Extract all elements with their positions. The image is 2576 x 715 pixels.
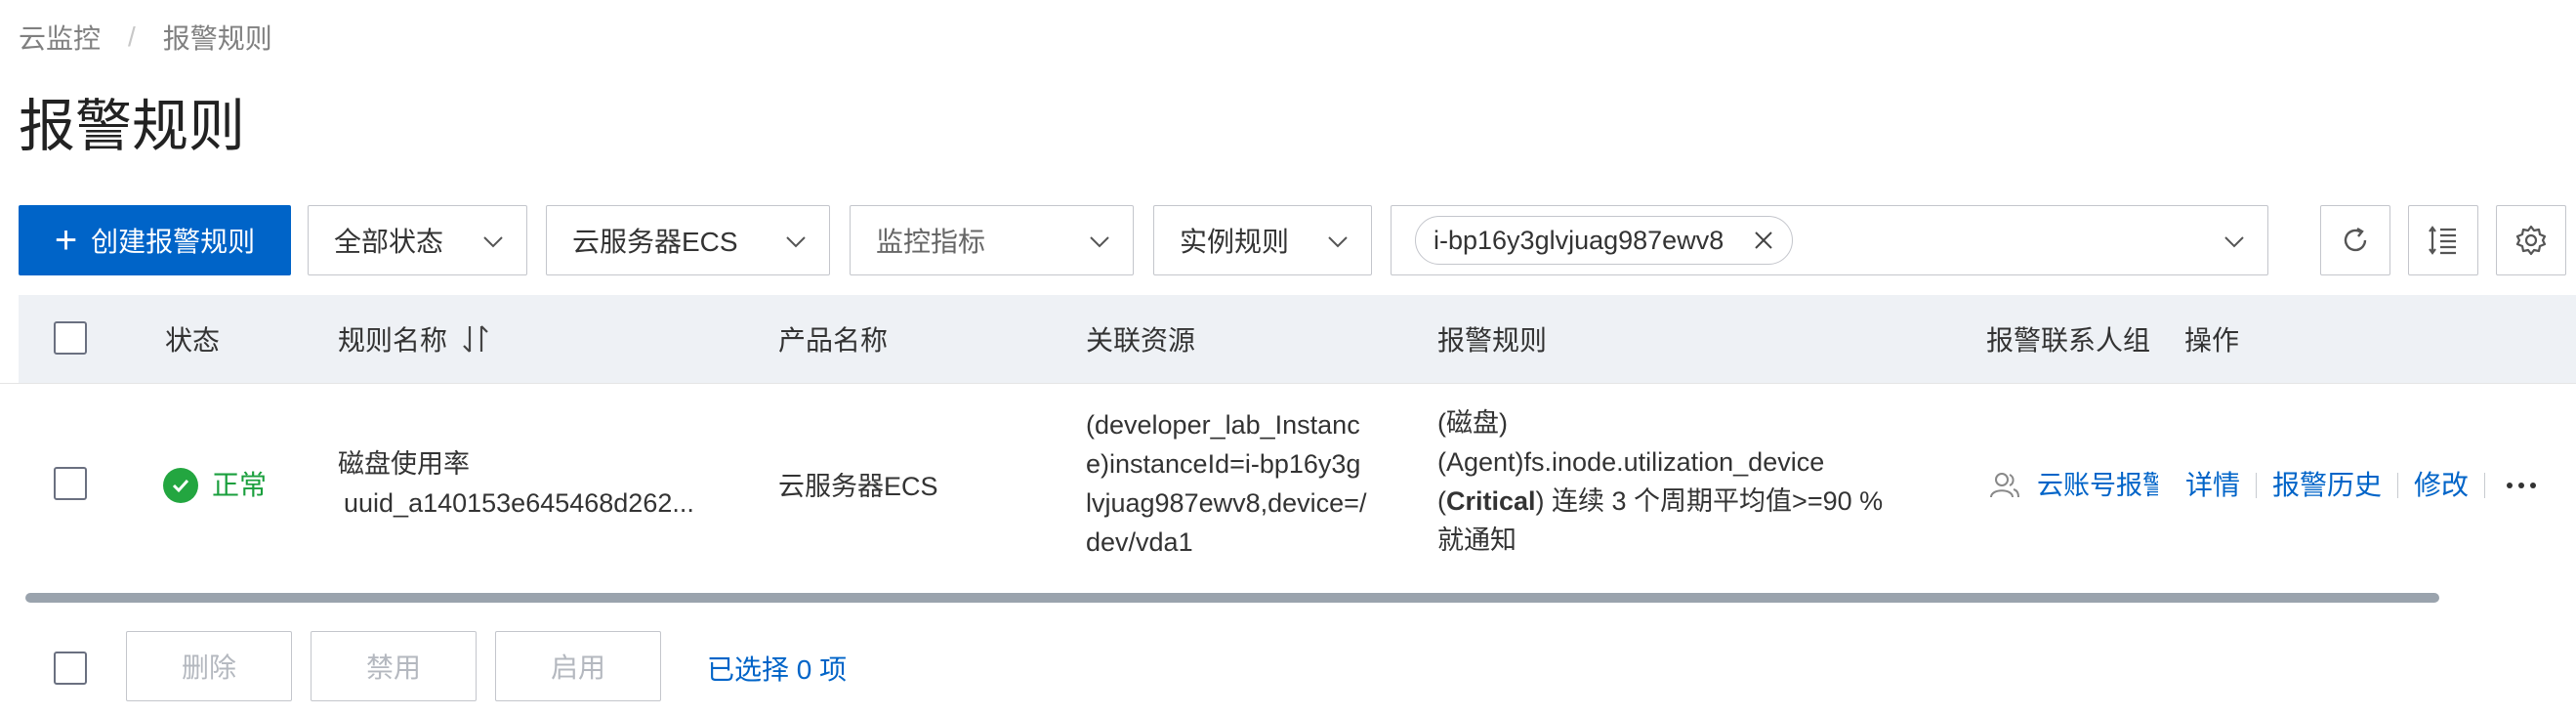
column-rule-name-label: 规则名称 — [338, 325, 448, 356]
alarm-history-link[interactable]: 报警历史 — [2272, 466, 2382, 505]
resource-line: lvjuag987ewv8,device=/ — [1086, 488, 1367, 518]
user-group-icon — [1990, 473, 2019, 498]
product-select[interactable]: 云服务器ECS — [546, 205, 830, 275]
page: 云监控 / 报警规则 报警规则 + 创建报警规则 全部状态 云服务器ECS 监控… — [0, 0, 2576, 715]
status-select-value: 全部状态 — [334, 227, 444, 257]
column-actions: 操作 — [2184, 325, 2240, 356]
resource-line: (developer_lab_Instanc — [1086, 410, 1360, 440]
action-divider — [2484, 473, 2486, 498]
column-product: 产品名称 — [778, 325, 889, 356]
rule-name-cell: 磁盘使用率 uuid_a140153e645468d262... — [338, 444, 694, 523]
row-checkbox[interactable] — [54, 467, 87, 500]
action-divider — [2397, 473, 2399, 498]
column-status: 状态 — [165, 325, 221, 356]
column-resource: 关联资源 — [1086, 325, 1196, 356]
instance-filter-select[interactable]: i-bp16y3glvjuag987ewv8 — [1391, 205, 2268, 275]
refresh-icon — [2344, 227, 2367, 252]
sort-icon[interactable] — [461, 322, 490, 356]
rule-type-select[interactable]: 实例规则 — [1153, 205, 1372, 275]
product-cell: 云服务器ECS — [778, 472, 938, 501]
alarm-condition: ) 连续 3 个周期平均值>=90 % — [1535, 486, 1884, 516]
details-link[interactable]: 详情 — [2185, 466, 2240, 505]
action-divider — [2256, 473, 2258, 498]
page-title: 报警规则 — [19, 95, 246, 158]
table-row: 正常 磁盘使用率 uuid_a140153e645468d262... 云服务器… — [0, 383, 2576, 586]
resource-cell: (developer_lab_Instanc e)instanceId=i-bp… — [1086, 405, 1366, 562]
status-badge: 正常 — [163, 466, 267, 505]
close-icon[interactable] — [1753, 230, 1774, 251]
breadcrumb-root[interactable]: 云监控 — [19, 18, 101, 57]
plus-icon: + — [54, 219, 78, 262]
resource-line: e)instanceId=i-bp16y3g — [1086, 449, 1361, 479]
status-select[interactable]: 全部状态 — [308, 205, 527, 275]
alarm-rule-line: (Agent)fs.inode.utilization_device — [1437, 447, 1825, 477]
contact-group-link[interactable]: 云账号报警 — [1988, 466, 2158, 505]
column-settings-button[interactable] — [2408, 205, 2478, 275]
chevron-down-icon — [786, 236, 806, 248]
selected-count: 已选择 0 项 — [707, 654, 848, 685]
row-actions: 详情 报警历史 修改 — [2185, 466, 2538, 505]
refresh-button[interactable] — [2320, 205, 2390, 275]
metric-select[interactable]: 监控指标 — [850, 205, 1134, 275]
alarm-rule-line: 就通知 — [1437, 526, 1517, 555]
status-text: 正常 — [212, 470, 268, 500]
gear-icon — [2515, 225, 2547, 256]
chevron-down-icon — [2224, 236, 2244, 248]
column-alarm-rule: 报警规则 — [1437, 325, 1548, 356]
table-header: 状态 规则名称 产品名称 关联资源 报警规则 报警联系人组 操作 — [19, 295, 2576, 383]
instance-tag-label: i-bp16y3glvjuag987ewv8 — [1433, 225, 1724, 255]
chevron-down-icon — [1328, 236, 1348, 248]
edit-link[interactable]: 修改 — [2414, 466, 2469, 505]
rule-type-select-value: 实例规则 — [1180, 227, 1290, 257]
column-contact-group: 报警联系人组 — [1986, 325, 2151, 356]
resource-line: dev/vda1 — [1086, 527, 1193, 557]
settings-button[interactable] — [2496, 205, 2566, 275]
select-all-checkbox[interactable] — [54, 321, 87, 355]
footer-select-all-checkbox[interactable] — [54, 652, 87, 685]
column-rule-name[interactable]: 规则名称 — [338, 295, 490, 383]
chevron-down-icon — [483, 236, 503, 248]
breadcrumb-separator: / — [128, 21, 136, 52]
disable-button[interactable]: 禁用 — [311, 631, 477, 701]
horizontal-scrollbar[interactable] — [25, 593, 2439, 603]
product-select-value: 云服务器ECS — [572, 227, 738, 257]
create-alarm-rule-label: 创建报警规则 — [91, 227, 256, 257]
column-settings-icon — [2429, 226, 2456, 255]
check-circle-icon — [163, 468, 198, 503]
contact-group-text: 云账号报警 — [2037, 471, 2158, 500]
chevron-down-icon — [1090, 236, 1109, 248]
instance-tag: i-bp16y3glvjuag987ewv8 — [1415, 216, 1794, 265]
metric-select-placeholder: 监控指标 — [876, 227, 986, 257]
rule-id: uuid_a140153e645468d262... — [344, 488, 694, 518]
alarm-rule-cell: (磁盘) (Agent)fs.inode.utilization_device … — [1437, 403, 1883, 560]
alarm-rule-line: (Critical) 连续 3 个周期平均值>=90 % — [1437, 486, 1884, 516]
more-icon[interactable] — [2505, 481, 2538, 490]
breadcrumb: 云监控 / 报警规则 — [19, 18, 272, 57]
alarm-rule-line: (磁盘) — [1437, 408, 1508, 438]
delete-button[interactable]: 删除 — [126, 631, 292, 701]
breadcrumb-current: 报警规则 — [162, 23, 272, 54]
alarm-level: Critical — [1446, 486, 1536, 516]
toolbar: + 创建报警规则 全部状态 云服务器ECS 监控指标 实例规则 i-bp16y3… — [19, 205, 2576, 275]
rule-name: 磁盘使用率 — [338, 449, 470, 479]
enable-button[interactable]: 启用 — [495, 631, 661, 701]
create-alarm-rule-button[interactable]: + 创建报警规则 — [19, 205, 291, 275]
